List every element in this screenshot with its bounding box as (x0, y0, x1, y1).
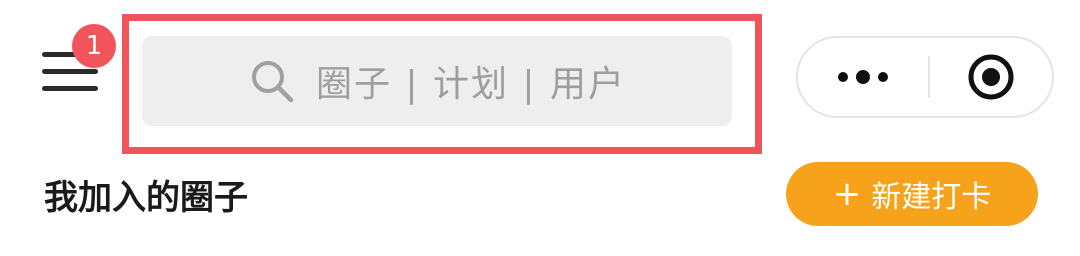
search-icon (251, 61, 294, 103)
search-placeholder: 圈子 | 计划 | 用户 (315, 64, 627, 105)
close-button[interactable] (930, 38, 1052, 116)
section-title: 我加入的圈子 (44, 178, 248, 218)
search-input[interactable]: 圈子 | 计划 | 用户 (142, 36, 732, 126)
capsule-menu (796, 36, 1054, 118)
more-dots-icon (838, 70, 888, 84)
notification-badge: 1 (72, 24, 116, 68)
plus-icon: + (832, 174, 862, 214)
menu-bar-bottom (42, 86, 98, 91)
more-options-button[interactable] (798, 38, 928, 116)
target-close-icon (968, 54, 1014, 100)
new-checkin-label: 新建打卡 (871, 180, 992, 215)
new-checkin-button[interactable]: + 新建打卡 (786, 162, 1038, 226)
menu-bar-middle (42, 69, 98, 74)
